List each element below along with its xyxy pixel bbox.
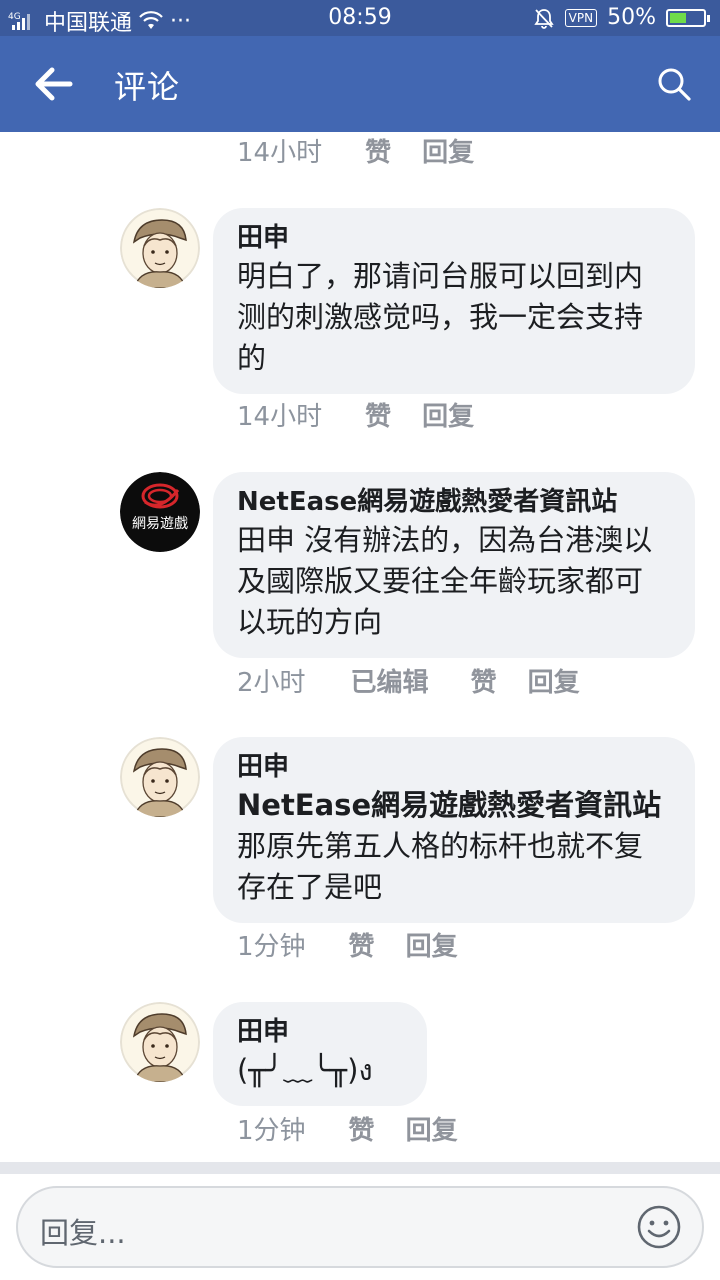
mute-bell-icon [533,8,554,29]
sketch-boy-avatar-icon [120,1002,200,1082]
reply-button[interactable]: 回复 [422,396,474,433]
page-title: 评论 [114,68,181,106]
like-button[interactable]: 赞 [365,132,391,169]
vpn-badge: VPN [564,8,598,27]
comment-meta: 1分钟 赞 回复 [237,924,458,964]
comment-text: 那原先第五人格的标杆也就不复存在了是吧 [237,829,644,904]
battery-icon [666,8,710,27]
avatar[interactable] [120,208,200,288]
comment-meta: 14小时 赞 回复 [237,394,474,434]
battery-percent: 50% [607,5,656,30]
reply-input[interactable]: 回复... [16,1186,704,1268]
search-icon[interactable] [654,64,694,104]
reply-placeholder: 回复... [40,1216,126,1250]
reply-button[interactable]: 回复 [422,132,474,169]
comment-time: 1分钟 [237,931,306,962]
smiley-icon[interactable] [636,1204,682,1250]
netease-logo-text: 網易遊戲 [132,516,188,532]
composer-divider [0,1162,720,1174]
netease-games-logo-icon: 網易遊戲 [120,472,200,552]
comment-bubble[interactable]: 田申 明白了，那请问台服可以回到内测的刺激感觉吗，我一定会支持的 [213,208,695,394]
comment-mention[interactable]: NetEase網易遊戲熱愛者資訊站 [237,788,661,822]
comment-meta: 1分钟 赞 回复 [237,1108,458,1148]
back-arrow-icon[interactable] [30,62,78,106]
comment-author[interactable]: 田申 [237,1014,403,1050]
comment-time: 14小时 [237,401,323,432]
comment-author[interactable]: 田申 [237,220,671,256]
comment-meta: 2小时 已编辑 赞 回复 [237,660,580,700]
avatar[interactable] [120,1002,200,1082]
sketch-boy-avatar-icon [120,737,200,817]
avatar[interactable] [120,737,200,817]
comment-author[interactable]: NetEase網易遊戲熱愛者資訊站 [237,484,671,520]
status-bar: 4G 中国联通 ··· 08:59 VPN 50% [0,0,720,36]
like-button[interactable]: 赞 [471,662,497,699]
avatar[interactable]: 網易遊戲 [120,472,200,552]
like-button[interactable]: 赞 [365,396,391,433]
sketch-boy-avatar-icon [120,208,200,288]
reply-button[interactable]: 回复 [528,662,580,699]
comment-time: 14小时 [237,137,323,168]
battery-fill [670,12,686,23]
comment-bubble[interactable]: 田申 NetEase網易遊戲熱愛者資訊站 那原先第五人格的标杆也就不复存在了是吧 [213,737,695,923]
comments-list[interactable]: 14小时 赞 回复 田申 明白了，那请问台服可以回到内测的刺激感觉吗，我一定会支… [0,132,720,1162]
like-button[interactable]: 赞 [349,926,375,963]
edited-label[interactable]: 已编辑 [351,662,429,699]
like-button[interactable]: 赞 [349,1110,375,1147]
comment-author[interactable]: 田申 [237,749,671,785]
comment-text: 田申 沒有辦法的，因為台港澳以及國際版又要往全年齡玩家都可以玩的方向 [237,523,653,639]
app-bar: 评论 [0,36,720,132]
reply-button[interactable]: 回复 [406,926,458,963]
comment-text-wrapper: NetEase網易遊戲熱愛者資訊站 那原先第五人格的标杆也就不复存在了是吧 [237,785,671,908]
comment-time: 2小时 [237,667,306,698]
status-bar-right: VPN 50% [533,5,710,30]
comment-time: 1分钟 [237,1115,306,1146]
reply-composer: 回复... [0,1174,720,1280]
comment-meta-top: 14小时 赞 回复 [237,132,474,170]
comment-text: (╥╯﹏╰╥)ง [237,1053,373,1087]
comment-bubble[interactable]: NetEase網易遊戲熱愛者資訊站 田申 沒有辦法的，因為台港澳以及國際版又要往… [213,472,695,658]
comment-text: 明白了，那请问台服可以回到内测的刺激感觉吗，我一定会支持的 [237,259,644,375]
comment-bubble[interactable]: 田申 (╥╯﹏╰╥)ง [213,1002,427,1106]
reply-button[interactable]: 回复 [406,1110,458,1147]
